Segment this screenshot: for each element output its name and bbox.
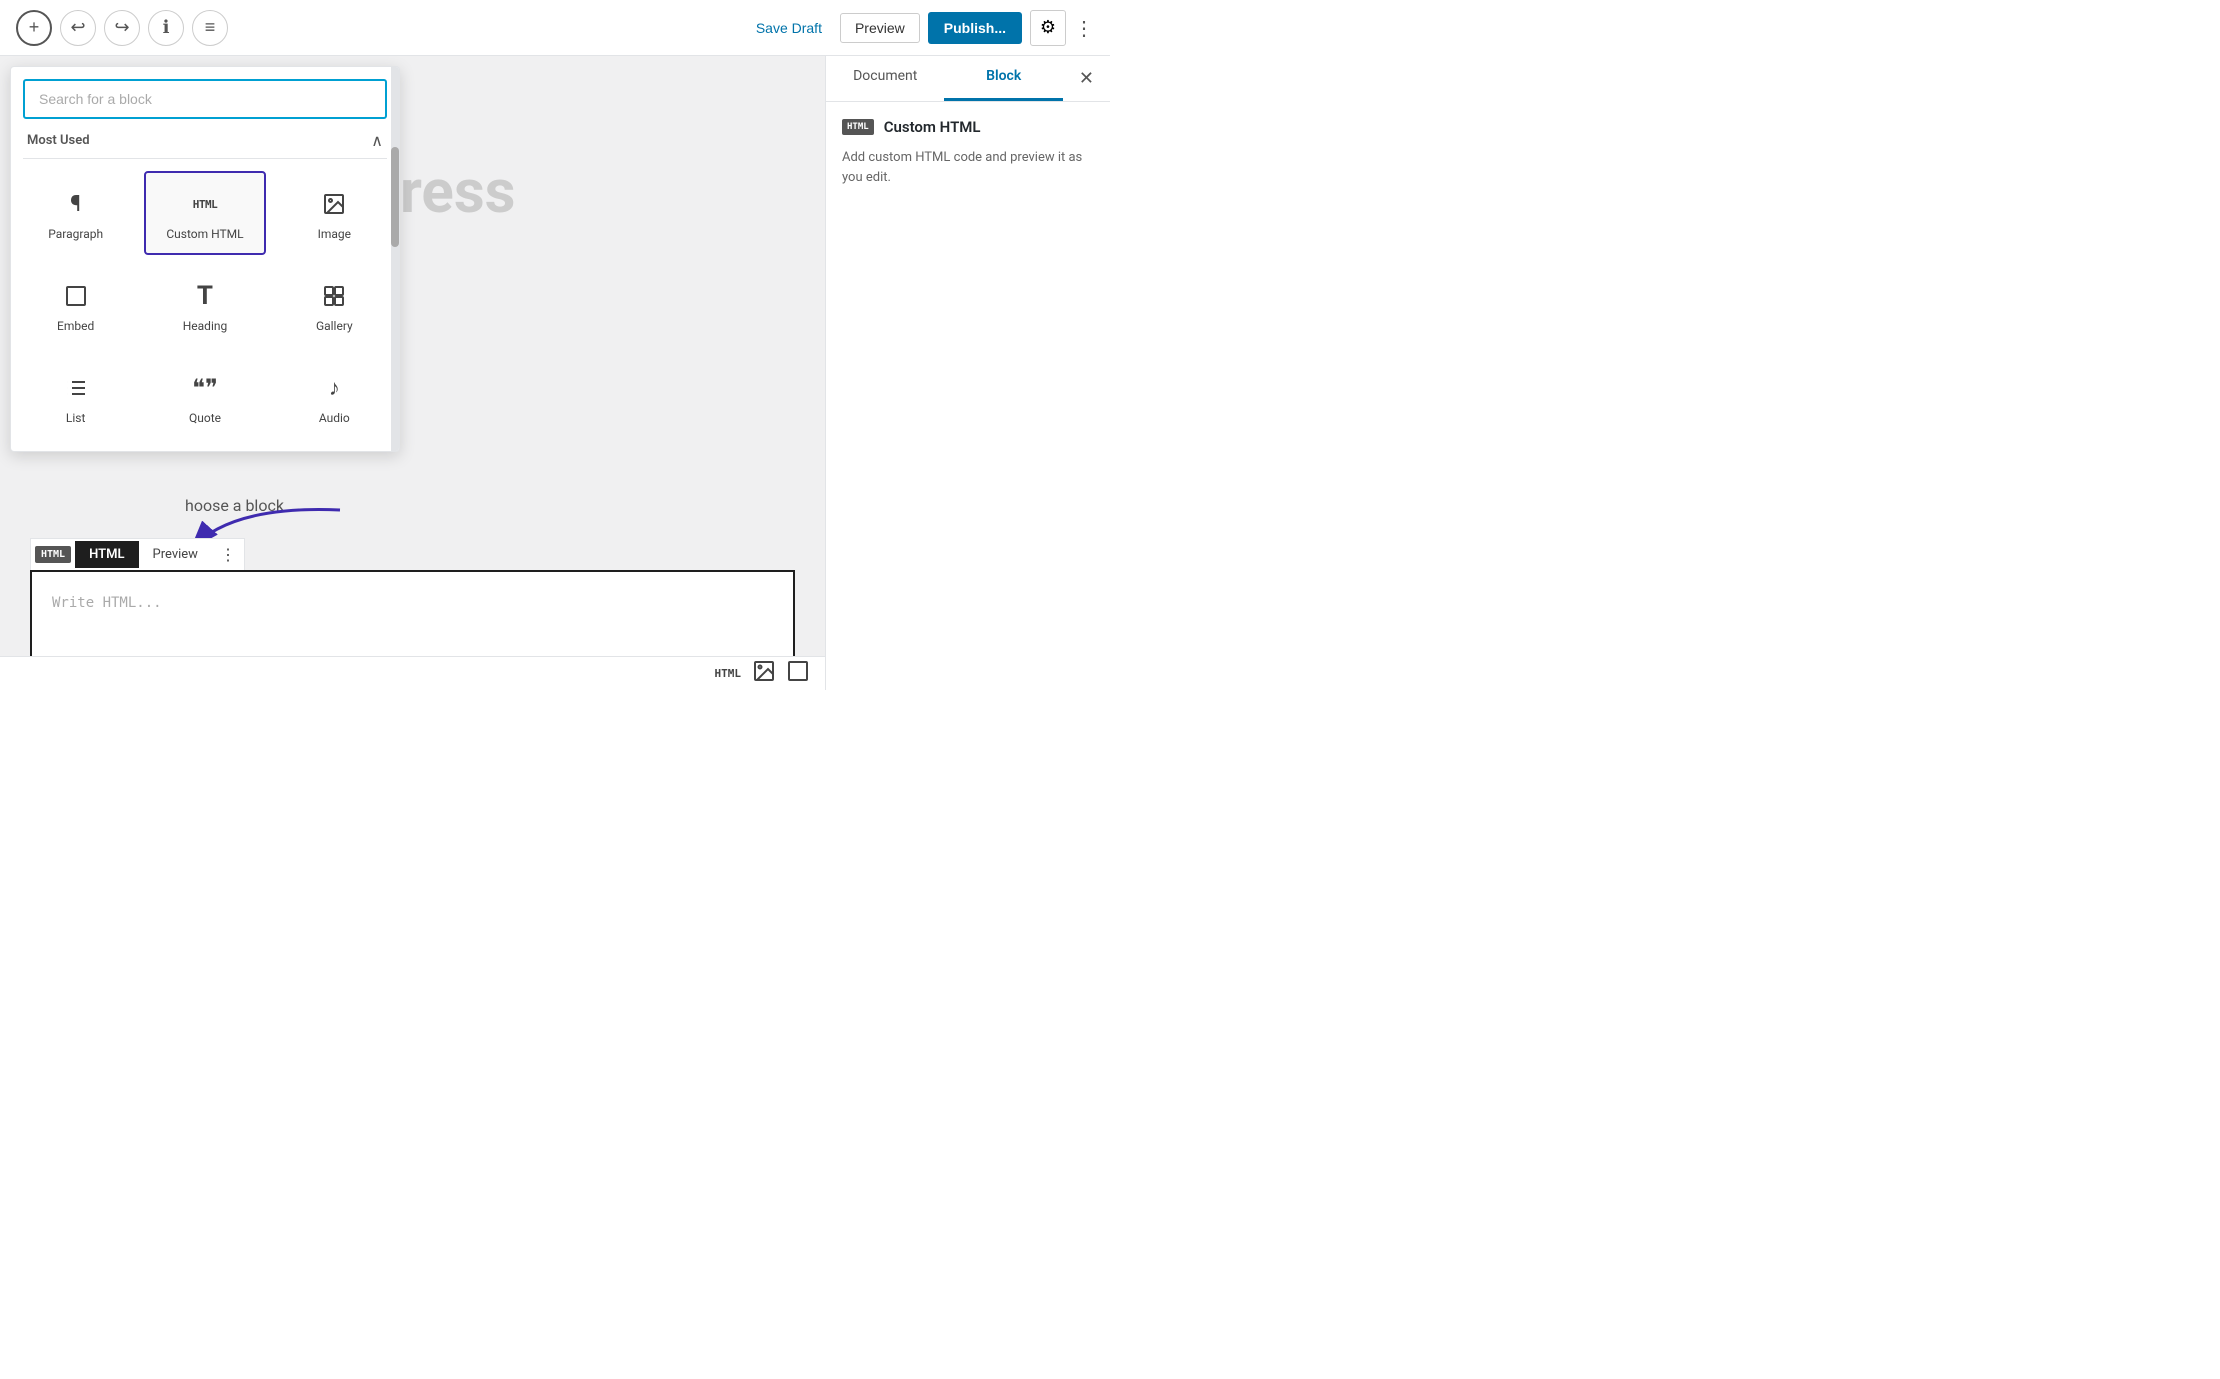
panel-close-button[interactable]: ✕ (1063, 56, 1110, 101)
panel-html-badge: HTML (842, 119, 874, 135)
audio-icon: ♪ (329, 373, 340, 403)
heading-icon: T (197, 281, 213, 311)
list-button[interactable]: ≡ (192, 10, 228, 46)
section-title: Most Used (27, 133, 90, 148)
paragraph-icon: ¶ (70, 189, 81, 219)
block-label-custom-html: Custom HTML (166, 227, 243, 241)
bottom-bar-html-label: HTML (715, 667, 742, 680)
undo-button[interactable]: ↩ (60, 10, 96, 46)
panel-block-name: Custom HTML (884, 118, 981, 136)
panel-block-header: HTML Custom HTML (842, 118, 1094, 136)
scrollbar[interactable] (391, 67, 399, 451)
block-item-gallery[interactable]: Gallery (274, 263, 395, 347)
panel-tabs: Document Block ✕ (826, 56, 1110, 102)
search-input[interactable] (23, 79, 387, 119)
panel-content: HTML Custom HTML Add custom HTML code an… (826, 102, 1110, 203)
list-icon (64, 373, 88, 403)
html-tab-preview[interactable]: Preview (139, 541, 212, 568)
search-box-wrapper (11, 67, 399, 119)
custom-html-icon: HTML (193, 189, 218, 219)
main-layout: Most Used ∧ ¶ Paragraph HTML Custom HTML (0, 56, 1110, 690)
html-block-tabs: HTML HTML Preview ⋮ (30, 538, 245, 570)
publish-button[interactable]: Publish... (928, 12, 1022, 44)
block-label-heading: Heading (183, 319, 228, 333)
image-icon (322, 189, 346, 219)
gallery-icon (322, 281, 346, 311)
html-editor-placeholder: Write HTML... (52, 595, 162, 611)
preview-button[interactable]: Preview (840, 13, 920, 43)
block-item-heading[interactable]: T Heading (144, 263, 265, 347)
block-label-list: List (66, 411, 86, 425)
block-label-embed: Embed (57, 319, 94, 333)
block-label-image: Image (318, 227, 351, 241)
editor-background-text: ress (400, 156, 515, 227)
quote-icon: ❝❞ (192, 373, 218, 403)
html-block-badge: HTML (35, 546, 71, 563)
html-tab-more-button[interactable]: ⋮ (212, 539, 244, 570)
block-item-custom-html[interactable]: HTML Custom HTML (144, 171, 265, 255)
editor-area: Most Used ∧ ¶ Paragraph HTML Custom HTML (0, 56, 825, 690)
info-button[interactable]: ℹ (148, 10, 184, 46)
panel-description: Add custom HTML code and preview it as y… (842, 148, 1094, 187)
block-picker-dropdown: Most Used ∧ ¶ Paragraph HTML Custom HTML (10, 66, 400, 452)
choose-block-hint: hoose a block (185, 496, 284, 515)
block-label-gallery: Gallery (316, 319, 353, 333)
embed-icon (64, 281, 88, 311)
save-draft-button[interactable]: Save Draft (746, 14, 832, 42)
block-label-audio: Audio (319, 411, 350, 425)
toolbar-left: + ↩ ↪ ℹ ≡ (16, 10, 228, 46)
tab-document[interactable]: Document (826, 56, 944, 101)
block-item-list[interactable]: List (15, 355, 136, 439)
redo-button[interactable]: ↪ (104, 10, 140, 46)
block-item-quote[interactable]: ❝❞ Quote (144, 355, 265, 439)
block-label-paragraph: Paragraph (48, 227, 103, 241)
frame-view-icon[interactable] (787, 660, 809, 687)
block-item-paragraph[interactable]: ¶ Paragraph (15, 171, 136, 255)
more-button[interactable]: ⋮ (1074, 16, 1094, 40)
bottom-status-bar: HTML (0, 656, 825, 690)
section-header: Most Used ∧ (11, 119, 399, 158)
block-item-image[interactable]: Image (274, 171, 395, 255)
block-item-embed[interactable]: Embed (15, 263, 136, 347)
settings-button[interactable]: ⚙ (1030, 10, 1066, 46)
html-tab-html[interactable]: HTML (75, 541, 138, 568)
right-panel: Document Block ✕ HTML Custom HTML Add cu… (825, 56, 1110, 690)
tab-block[interactable]: Block (944, 56, 1062, 101)
block-label-quote: Quote (189, 411, 221, 425)
add-block-button[interactable]: + (16, 10, 52, 46)
html-editor-area[interactable]: Write HTML... (30, 570, 795, 660)
html-block-wrapper: HTML HTML Preview ⋮ Write HTML... (30, 538, 795, 660)
image-view-icon[interactable] (753, 660, 775, 687)
toolbar-right: Save Draft Preview Publish... ⚙ ⋮ (746, 10, 1094, 46)
collapse-icon[interactable]: ∧ (371, 131, 383, 150)
toolbar: + ↩ ↪ ℹ ≡ Save Draft Preview Publish... … (0, 0, 1110, 56)
blocks-grid: ¶ Paragraph HTML Custom HTML (11, 159, 399, 451)
scrollbar-thumb (391, 147, 399, 247)
block-item-audio[interactable]: ♪ Audio (274, 355, 395, 439)
